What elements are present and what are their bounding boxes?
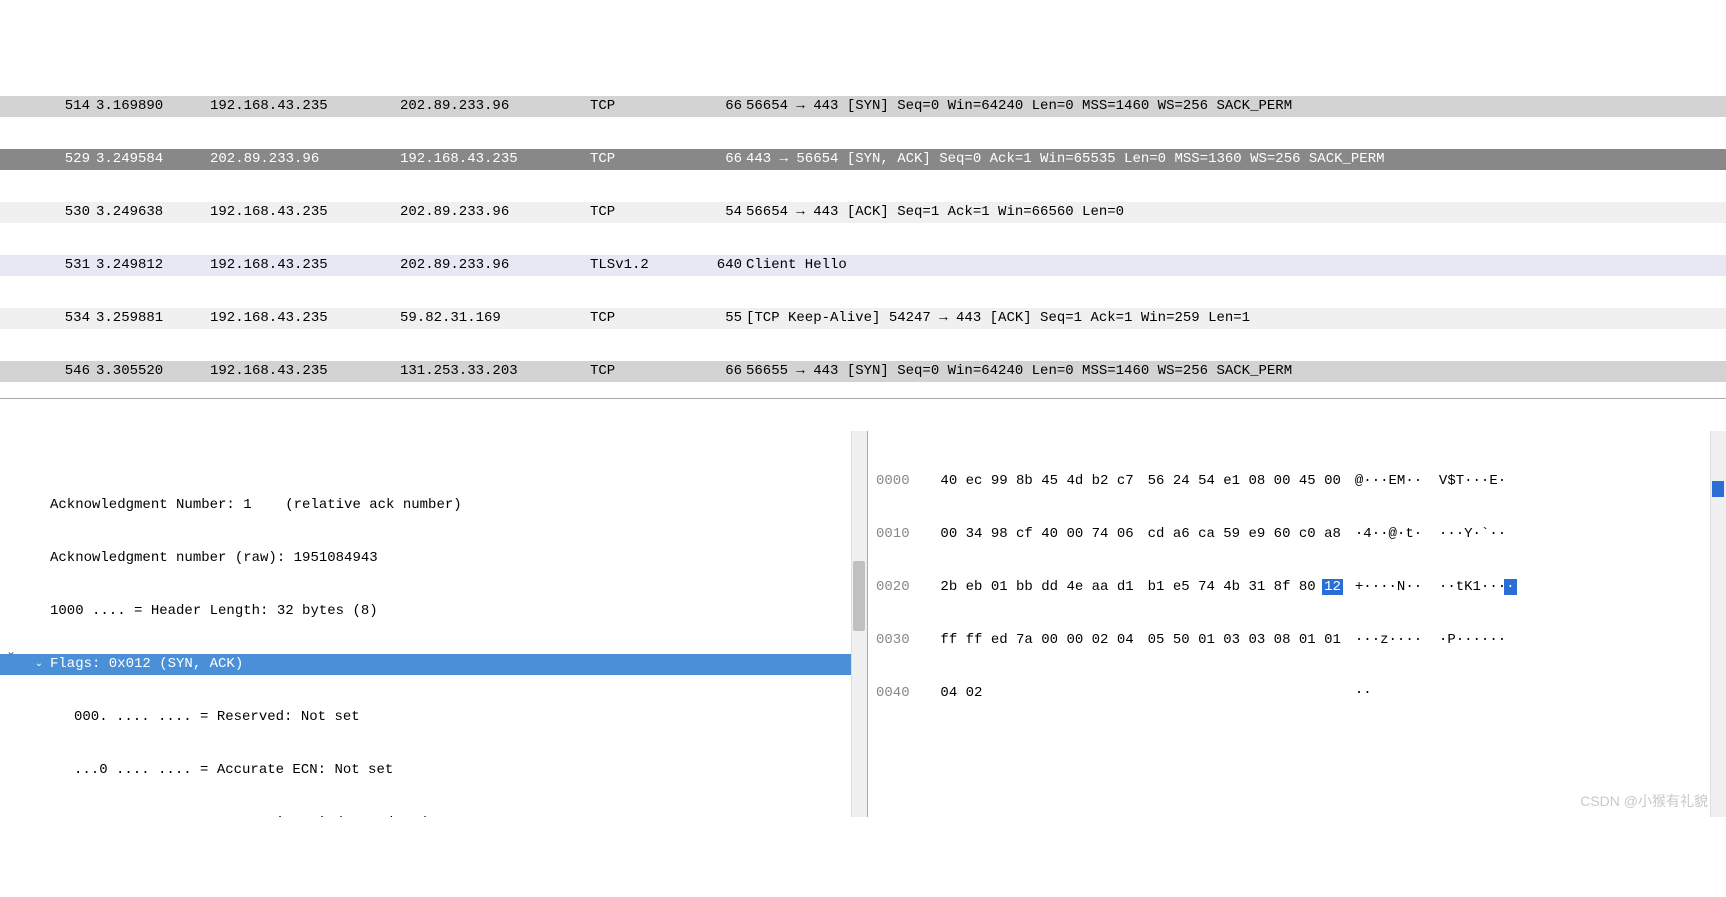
hex-bytes-group2[interactable]: 56 24 54 e1 08 00 45 00 cd a6 ca 59 e9 6… <box>1134 439 1341 817</box>
hex-offsets: 0000 0010 0020 0030 0040 <box>876 439 926 817</box>
packet-row[interactable]: 531 3.249812 192.168.43.235 202.89.233.9… <box>0 255 1726 276</box>
hex-ascii[interactable]: @···EM·· V$T···E· ·4··@·t· ···Y·`·· +···… <box>1341 439 1515 817</box>
hex-scrollbar[interactable] <box>1710 431 1726 817</box>
hex-bytes-group1[interactable]: 40 ec 99 8b 45 4d b2 c7 00 34 98 cf 40 0… <box>926 439 1133 817</box>
tree-scrollbar[interactable] <box>851 431 867 817</box>
col-info: 56654 → 443 [SYN] Seq=0 Win=64240 Len=0 … <box>742 96 1726 117</box>
scrollbar-thumb[interactable] <box>853 561 865 631</box>
tree-flag-accurate-ecn[interactable]: ...0 .... .... = Accurate ECN: Not set <box>0 760 851 781</box>
chevron-down-icon: ⌄ <box>6 644 16 659</box>
tree-flags-header[interactable]: ⌄Flags: 0x012 (SYN, ACK) <box>0 654 851 675</box>
tree-header-length[interactable]: 1000 .... = Header Length: 32 bytes (8) <box>0 601 851 622</box>
watermark: CSDN @小猴有礼貌 <box>1580 791 1708 811</box>
tree-ack-number[interactable]: Acknowledgment Number: 1 (relative ack n… <box>0 495 851 516</box>
packet-row[interactable]: 530 3.249638 192.168.43.235 202.89.233.9… <box>0 202 1726 223</box>
scrollbar-thumb[interactable] <box>1712 481 1724 497</box>
packet-bytes-pane[interactable]: 0000 0010 0020 0030 0040 40 ec 99 8b 45 … <box>868 431 1726 817</box>
packet-row[interactable]: 546 3.305520 192.168.43.235 131.253.33.2… <box>0 361 1726 382</box>
tree-flag-cwr[interactable]: .... 0... .... = Congestion Window Reduc… <box>0 813 851 817</box>
packet-details-pane[interactable]: Acknowledgment Number: 1 (relative ack n… <box>0 431 868 817</box>
packet-list[interactable]: 514 3.169890 192.168.43.235 202.89.233.9… <box>0 64 1726 399</box>
col-length: 66 <box>700 96 742 117</box>
tree-ack-number-raw[interactable]: Acknowledgment number (raw): 1951084943 <box>0 548 851 569</box>
col-source: 192.168.43.235 <box>210 96 400 117</box>
packet-row-selected[interactable]: 529 3.249584 202.89.233.96 192.168.43.23… <box>0 149 1726 170</box>
col-protocol: TCP <box>590 96 700 117</box>
highlighted-byte: 12 <box>1322 579 1343 595</box>
packet-row[interactable]: 514 3.169890 192.168.43.235 202.89.233.9… <box>0 96 1726 117</box>
tree-flag-reserved[interactable]: 000. .... .... = Reserved: Not set <box>0 707 851 728</box>
col-destination: 202.89.233.96 <box>400 96 590 117</box>
col-time: 3.169890 <box>90 96 210 117</box>
packet-row[interactable]: 534 3.259881 192.168.43.235 59.82.31.169… <box>0 308 1726 329</box>
highlighted-ascii: · <box>1504 579 1516 595</box>
col-no: 514 <box>50 96 90 117</box>
chevron-down-icon[interactable]: ⌄ <box>32 654 46 675</box>
